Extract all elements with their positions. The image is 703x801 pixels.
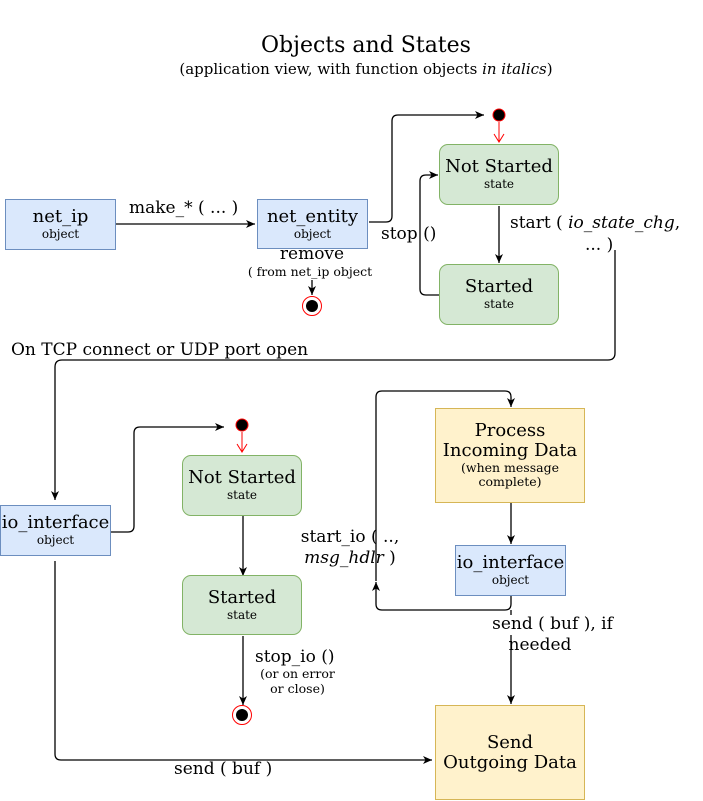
process-title-line2: Incoming Data [442, 440, 578, 462]
object-name: net_entity [266, 205, 359, 227]
process-note-line1: (when message [461, 459, 559, 475]
process-outgoing-data[interactable]: Send Outgoing Data [435, 705, 585, 800]
label-start: start ( io_state_chg, [510, 213, 681, 234]
object-name: io_interface [456, 552, 565, 574]
connector-layer [51, 108, 616, 764]
object-kind: object [293, 226, 332, 241]
process-title-line2: Outgoing Data [443, 751, 577, 773]
state-name: Started [464, 276, 534, 298]
state-top-started[interactable]: Started state [439, 264, 559, 325]
object-io-interface-right[interactable]: io_interface object [455, 545, 566, 596]
object-io-interface-left[interactable]: io_interface object [0, 505, 111, 556]
process-title-line1: Process [474, 420, 546, 442]
label-stop-io-note1: (or on error [260, 666, 335, 681]
label-stop: stop () [381, 224, 437, 244]
label-send-if-needed: send ( buf ), if [480, 614, 625, 635]
process-incoming-data[interactable]: Process Incoming Data (when message comp… [435, 408, 585, 503]
state-bottom-started[interactable]: Started state [182, 575, 302, 635]
state-name: Not Started [445, 156, 553, 178]
label-on-connect: On TCP connect or UDP port open [11, 340, 309, 360]
label-stop-io: stop_io () [255, 647, 335, 667]
label-start-line2: ... ) [585, 235, 614, 255]
label-start-io-italic: msg_hdlr [304, 548, 384, 568]
process-title-line1: Send [486, 731, 534, 753]
state-kind: state [483, 177, 515, 192]
object-kind: object [41, 227, 80, 242]
state-kind: state [226, 607, 258, 622]
label-start-io-suffix: ) [383, 548, 396, 568]
object-net-entity[interactable]: net_entity object [257, 199, 368, 249]
final-state-io [232, 705, 252, 725]
label-start-io-line2: msg_hdlr ) [290, 548, 410, 569]
state-bottom-not-started[interactable]: Not Started state [182, 455, 302, 516]
label-send-if-needed-line2: needed [508, 635, 572, 655]
final-state-net-entity [302, 296, 322, 316]
state-kind: state [226, 488, 258, 503]
diagram-subtitle: (application view, with function objects… [0, 60, 703, 78]
state-top-not-started[interactable]: Not Started state [439, 144, 559, 205]
label-send: send ( buf ) [174, 759, 273, 779]
state-kind: state [483, 297, 515, 312]
object-kind: object [491, 573, 530, 588]
initial-state-bottom [235, 418, 249, 453]
state-name: Started [207, 586, 277, 608]
label-stop-io-note2: or close) [270, 681, 325, 696]
label-start-text: start ( [510, 213, 569, 233]
object-name: io_interface [1, 512, 110, 534]
label-start-suffix: , [674, 213, 681, 233]
label-remove-note: ( from net_ip object [247, 264, 373, 279]
state-name: Not Started [188, 467, 296, 489]
subtitle-italic: in italics [482, 60, 547, 78]
label-make: make_* ( ... ) [129, 198, 239, 218]
process-note-line2: complete) [478, 474, 542, 490]
initial-state-top [492, 108, 506, 143]
label-start-italic: io_state_chg [568, 213, 675, 233]
label-remove: remove [279, 244, 345, 264]
object-kind: object [36, 533, 75, 548]
diagram-title: Objects and States [261, 33, 471, 58]
object-name: net_ip [32, 206, 89, 228]
object-net-ip[interactable]: net_ip object [5, 199, 116, 250]
label-start-io: start_io ( .., [300, 527, 400, 547]
subtitle-text: (application view, with function objects [179, 60, 483, 78]
subtitle-suffix: ) [546, 60, 553, 78]
